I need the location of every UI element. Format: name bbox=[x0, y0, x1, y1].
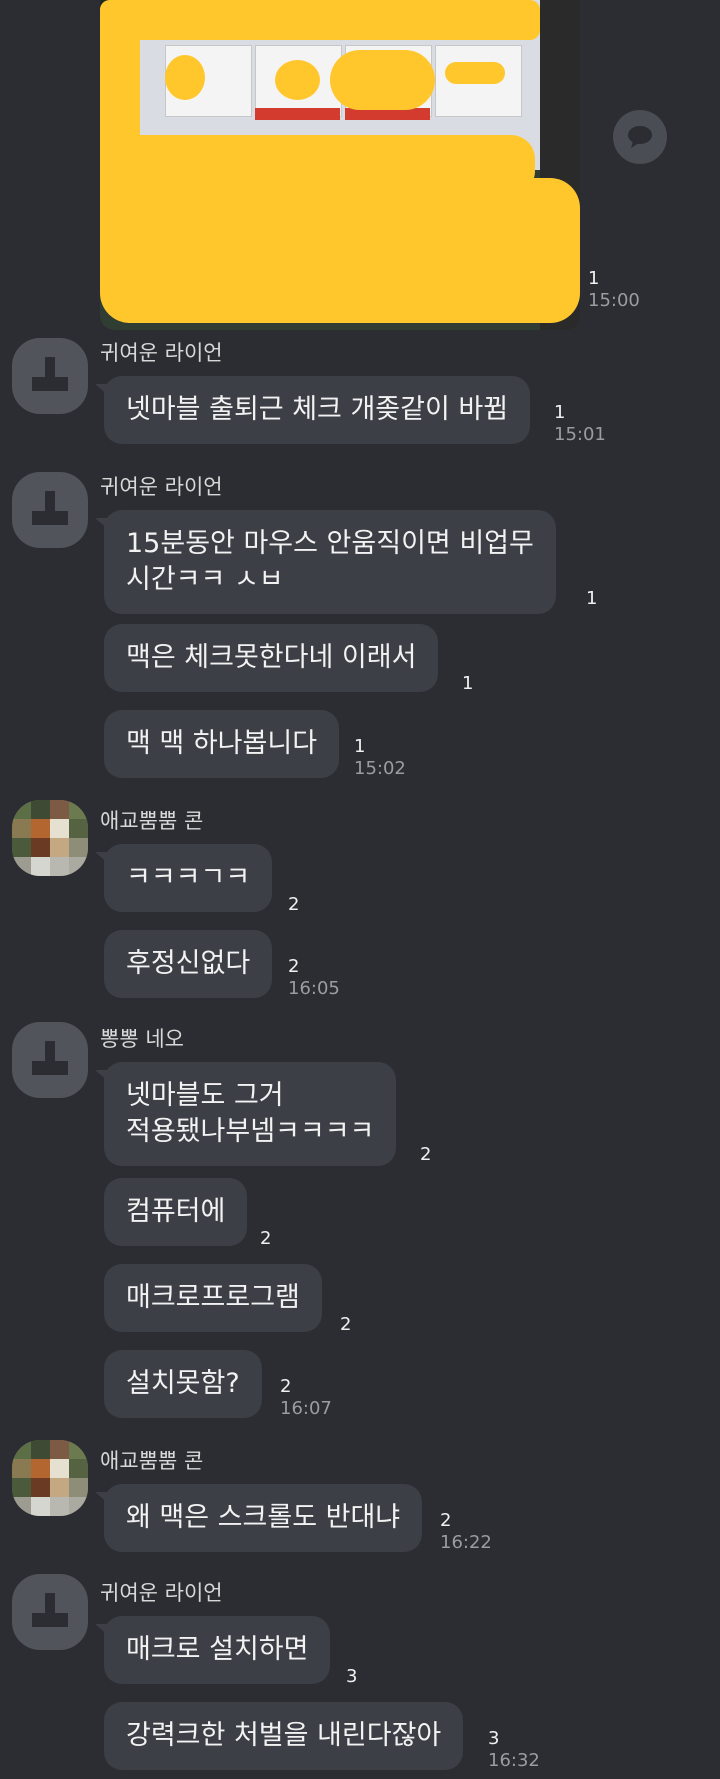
avatar-photo[interactable] bbox=[12, 1440, 88, 1516]
message-meta: 3 bbox=[346, 1666, 357, 1688]
message-bubble[interactable]: 넷마블도 그거 적용됐나부넴ㅋㅋㅋㅋ bbox=[94, 1062, 397, 1166]
photo-meta: 1 15:00 bbox=[588, 268, 640, 312]
timestamp: 15:00 bbox=[588, 290, 640, 311]
read-count: 3 bbox=[488, 1728, 500, 1749]
read-count: 1 bbox=[588, 268, 600, 289]
message-bubble[interactable]: 넷마블 출퇴근 체크 개좆같이 바뀜 bbox=[94, 376, 531, 444]
message-bubble[interactable]: 매크로 설치하면 bbox=[94, 1616, 331, 1684]
message-bubble[interactable]: 매크로프로그램 bbox=[104, 1264, 322, 1332]
timestamp: 16:32 bbox=[488, 1750, 540, 1771]
avatar[interactable] bbox=[12, 338, 88, 414]
redaction-blob bbox=[165, 55, 205, 100]
photo-red-button bbox=[255, 108, 340, 120]
message-bubble[interactable]: 왜 맥은 스크롤도 반대냐 bbox=[94, 1484, 423, 1552]
avatar[interactable] bbox=[12, 1022, 88, 1098]
read-count: 1 bbox=[554, 402, 566, 423]
sender-name: 애교뿜뿜 콘 bbox=[100, 809, 204, 833]
avatar-photo[interactable] bbox=[12, 800, 88, 876]
redaction-blob bbox=[100, 0, 540, 40]
message-meta: 1 15:01 bbox=[554, 402, 606, 446]
message-meta: 2 16:22 bbox=[440, 1510, 492, 1554]
read-count: 2 bbox=[280, 1376, 292, 1397]
message-meta: 2 bbox=[260, 1228, 271, 1250]
shared-photo[interactable] bbox=[100, 0, 580, 330]
share-speech-icon bbox=[628, 126, 652, 148]
message-meta: 2 bbox=[340, 1314, 351, 1336]
message-bubble[interactable]: 설치못함? bbox=[104, 1350, 262, 1418]
message-bubble[interactable]: 후정신없다 bbox=[104, 930, 273, 998]
message-meta: 3 16:32 bbox=[488, 1728, 540, 1772]
message-meta: 1 15:02 bbox=[354, 736, 406, 780]
message-bubble[interactable]: 맥은 체크못한다네 이래서 bbox=[104, 624, 439, 692]
timestamp: 15:01 bbox=[554, 424, 606, 445]
message-meta: 1 bbox=[586, 588, 597, 610]
message-meta: 1 bbox=[462, 673, 473, 695]
message-bubble[interactable]: ㅋㅋㅋㄱㅋ bbox=[94, 844, 273, 912]
read-count: 2 bbox=[420, 1144, 432, 1165]
avatar[interactable] bbox=[12, 1574, 88, 1650]
redaction-blob bbox=[330, 50, 435, 110]
share-button[interactable] bbox=[613, 110, 667, 164]
read-count: 1 bbox=[586, 588, 598, 609]
sender-name: 뽕뽕 네오 bbox=[100, 1027, 184, 1051]
read-count: 2 bbox=[288, 894, 300, 915]
read-count: 2 bbox=[260, 1228, 272, 1249]
sender-name: 애교뿜뿜 콘 bbox=[100, 1449, 204, 1473]
message-bubble[interactable]: 컴퓨터에 bbox=[104, 1178, 248, 1246]
timestamp: 16:22 bbox=[440, 1532, 492, 1553]
sender-name: 귀여운 라이언 bbox=[100, 341, 223, 365]
message-bubble[interactable]: 맥 맥 하나봅니다 bbox=[104, 710, 340, 778]
read-count: 2 bbox=[340, 1314, 352, 1335]
sender-name: 귀여운 라이언 bbox=[100, 475, 223, 499]
read-count: 1 bbox=[354, 736, 366, 757]
avatar[interactable] bbox=[12, 472, 88, 548]
redaction-blob bbox=[445, 62, 505, 84]
message-bubble[interactable]: 15분동안 마우스 안움직이면 비업무 시간ㅋㅋ ㅅㅂ bbox=[95, 510, 556, 614]
message-meta: 2 16:07 bbox=[280, 1376, 332, 1420]
message-bubble[interactable]: 강력크한 처벌을 내린다잖아 bbox=[104, 1702, 464, 1770]
sender-name: 귀여운 라이언 bbox=[100, 1581, 223, 1605]
read-count: 2 bbox=[288, 956, 300, 977]
redaction-blob bbox=[275, 60, 320, 100]
message-meta: 2 16:05 bbox=[288, 956, 340, 1000]
timestamp: 15:02 bbox=[354, 758, 406, 779]
redaction-blob bbox=[100, 178, 580, 323]
message-meta: 2 bbox=[420, 1144, 431, 1166]
read-count: 1 bbox=[462, 673, 474, 694]
message-meta: 2 bbox=[288, 894, 299, 916]
read-count: 2 bbox=[440, 1510, 452, 1531]
timestamp: 16:07 bbox=[280, 1398, 332, 1419]
timestamp: 16:05 bbox=[288, 978, 340, 999]
read-count: 3 bbox=[346, 1666, 358, 1687]
